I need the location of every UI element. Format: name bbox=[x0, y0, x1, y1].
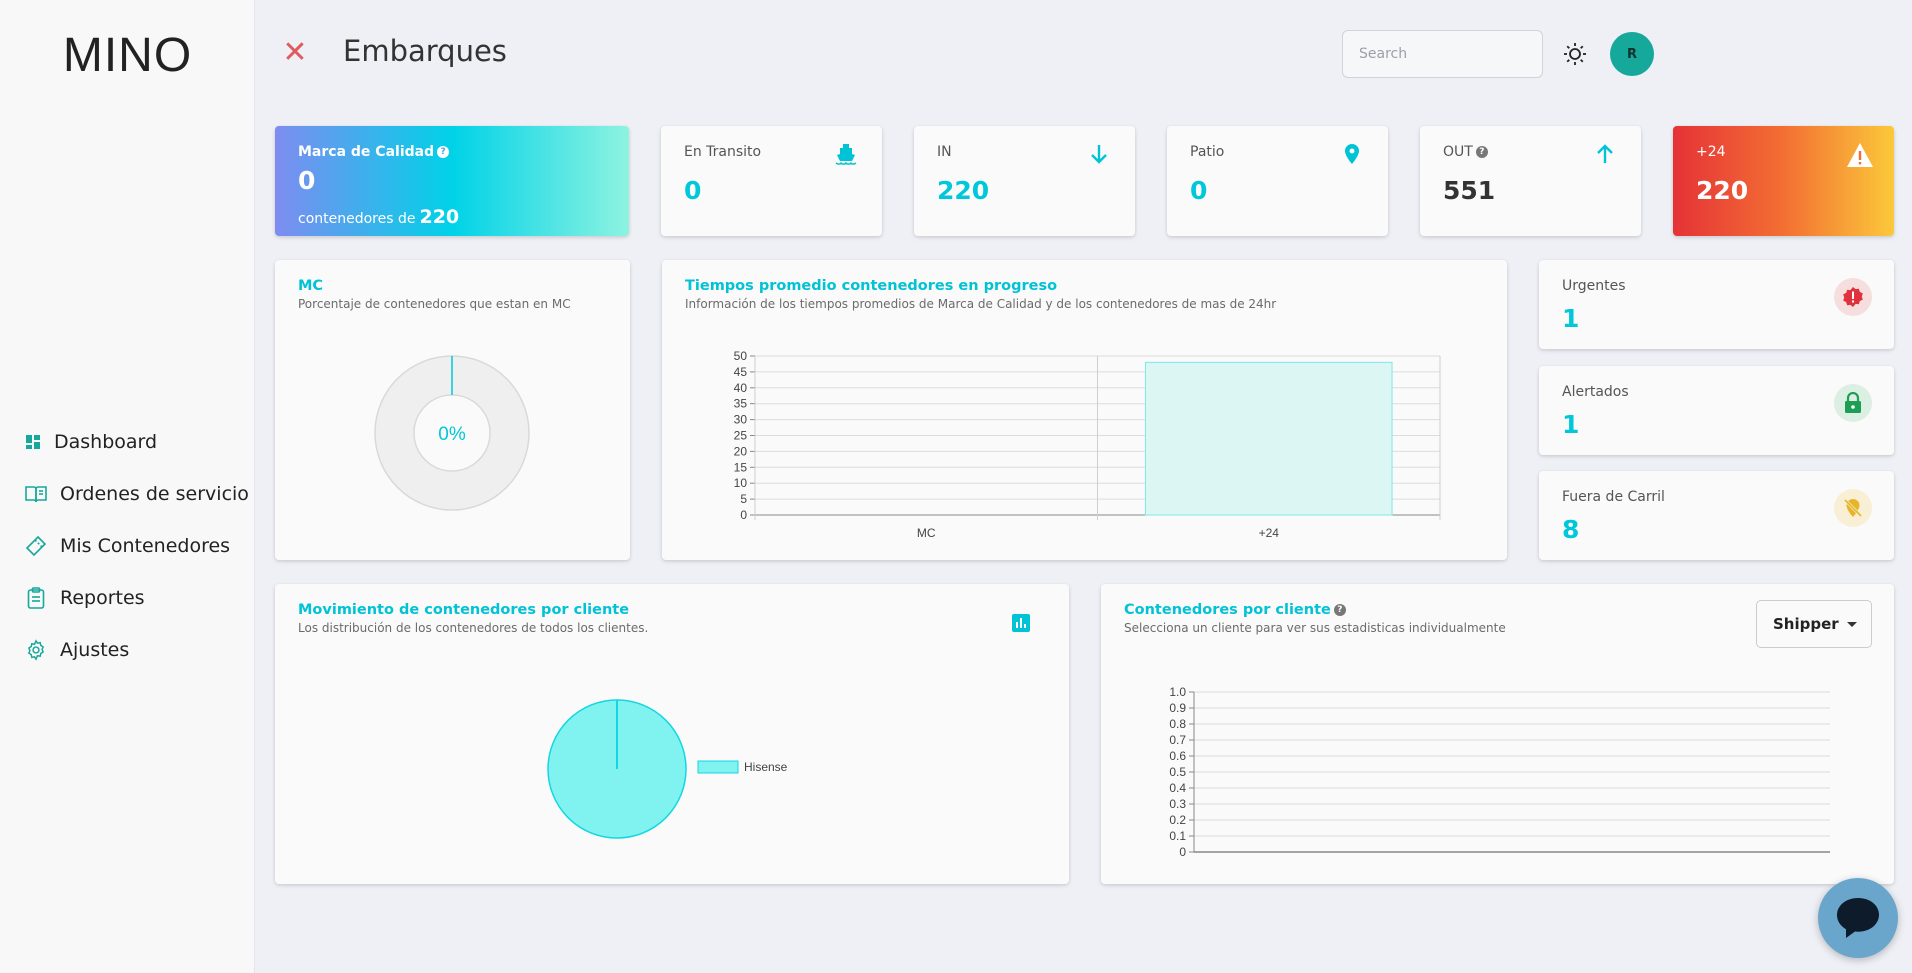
sidebar-item-ordenes[interactable]: Ordenes de servicio bbox=[24, 468, 249, 520]
stat-value: 551 bbox=[1443, 176, 1496, 205]
chat-icon bbox=[1837, 898, 1879, 938]
stat-label: Alertados bbox=[1562, 384, 1629, 400]
stat-value: 8 bbox=[1562, 515, 1580, 544]
movement-pie-chart: Hisense bbox=[547, 699, 788, 839]
y-tick-label: 35 bbox=[734, 397, 748, 411]
search-input[interactable] bbox=[1342, 30, 1543, 78]
app-logo: MINO bbox=[62, 29, 193, 82]
sidebar-item-ajustes[interactable]: Ajustes bbox=[24, 624, 249, 676]
ship-icon bbox=[834, 142, 860, 168]
sidebar-item-label: Reportes bbox=[60, 587, 145, 609]
y-tick-label: 5 bbox=[740, 492, 747, 506]
legend-label: Hisense bbox=[744, 760, 788, 774]
mc-panel: MC Porcentaje de contenedores que estan … bbox=[275, 260, 630, 560]
sidebar-item-label: Ordenes de servicio bbox=[60, 483, 249, 505]
book-icon bbox=[24, 482, 48, 506]
x-tick-label: +24 bbox=[1259, 526, 1280, 540]
stat-value: 1 bbox=[1562, 304, 1580, 333]
y-tick-label: 0 bbox=[740, 508, 747, 522]
y-tick-label: 30 bbox=[734, 413, 748, 427]
stat-label: Marca de Calidad? bbox=[298, 144, 450, 160]
stat-value: 1 bbox=[1562, 410, 1580, 439]
sidebar-item-label: Mis Contenedores bbox=[60, 535, 231, 557]
stat-card-transit[interactable]: En Transito 0 bbox=[661, 126, 882, 236]
y-tick-label: 0.9 bbox=[1169, 701, 1186, 715]
gear-icon bbox=[24, 638, 48, 662]
help-icon[interactable]: ? bbox=[437, 146, 450, 158]
y-tick-label: 10 bbox=[734, 476, 748, 490]
side-card-fuera-carril[interactable]: Fuera de Carril 8 bbox=[1539, 471, 1894, 560]
stat-value: 0 bbox=[684, 176, 702, 205]
close-icon[interactable]: ✕ bbox=[280, 36, 310, 70]
side-card-alertados[interactable]: Alertados 1 bbox=[1539, 366, 1894, 455]
arrow-down-icon bbox=[1087, 142, 1113, 168]
stat-value: 0 bbox=[1190, 176, 1208, 205]
stat-label: En Transito bbox=[684, 144, 762, 160]
stat-label: IN bbox=[937, 144, 952, 160]
side-card-urgentes[interactable]: Urgentes 1 bbox=[1539, 260, 1894, 349]
y-tick-label: 50 bbox=[734, 349, 748, 363]
warning-icon bbox=[1846, 142, 1873, 168]
sidebar-item-contenedores[interactable]: Mis Contenedores bbox=[24, 520, 249, 572]
stat-value: 220 bbox=[1696, 176, 1749, 205]
sidebar-nav: Dashboard Ordenes de servicio Mis Conten… bbox=[24, 416, 249, 676]
legend-swatch bbox=[697, 760, 739, 774]
stat-label: +24 bbox=[1696, 144, 1726, 160]
y-tick-label: 0.5 bbox=[1169, 765, 1186, 779]
times-bar-chart: 0 5 10 15 2025 30 35 40 45 50 MC +24 bbox=[734, 349, 1441, 540]
y-tick-label: 45 bbox=[734, 365, 748, 379]
y-tick-label: 0 bbox=[1179, 845, 1186, 859]
avatar[interactable]: R bbox=[1610, 32, 1654, 76]
movement-panel: Movimiento de contenedores por cliente L… bbox=[275, 584, 1069, 884]
arrow-up-icon bbox=[1593, 142, 1619, 168]
sidebar-item-reportes[interactable]: Reportes bbox=[24, 572, 249, 624]
client-panel: Contenedores por cliente? Selecciona un … bbox=[1101, 584, 1894, 884]
y-tick-label: 40 bbox=[734, 381, 748, 395]
y-tick-label: 1.0 bbox=[1169, 685, 1186, 699]
sidebar: MINO Dashboard Ordenes de servicio Mis C… bbox=[0, 0, 255, 973]
y-tick-label: 0.1 bbox=[1169, 829, 1186, 843]
y-tick-label: 0.6 bbox=[1169, 749, 1186, 763]
page-title: Embarques bbox=[343, 34, 507, 68]
location-pin-icon bbox=[1340, 142, 1366, 168]
y-tick-label: 20 bbox=[734, 444, 748, 458]
y-tick-label: 0.7 bbox=[1169, 733, 1186, 747]
stat-card-mc[interactable]: Marca de Calidad? 0 contenedores de 220 bbox=[275, 126, 629, 236]
stat-card-plus24[interactable]: +24 220 bbox=[1673, 126, 1894, 236]
stat-card-out[interactable]: OUT? 551 bbox=[1420, 126, 1641, 236]
donut-percent-label: 0% bbox=[438, 424, 466, 445]
stat-value: 220 bbox=[937, 176, 990, 205]
y-tick-label: 0.8 bbox=[1169, 717, 1186, 731]
stat-value: 0 bbox=[298, 166, 316, 195]
client-line-chart: 0 0.1 0.2 0.3 0.4 0.5 0.6 0.7 0.8 0.9 1.0 bbox=[1169, 685, 1830, 859]
y-tick-label: 0.4 bbox=[1169, 781, 1186, 795]
stat-sub: contenedores de 220 bbox=[298, 206, 460, 228]
stat-label: OUT? bbox=[1443, 144, 1488, 160]
stat-label: Fuera de Carril bbox=[1562, 489, 1665, 505]
mc-donut-chart: 0% bbox=[374, 355, 530, 511]
y-tick-label: 0.3 bbox=[1169, 797, 1186, 811]
sun-icon[interactable] bbox=[1562, 41, 1588, 67]
y-tick-label: 15 bbox=[734, 460, 748, 474]
stat-card-patio[interactable]: Patio 0 bbox=[1167, 126, 1388, 236]
alert-badge-icon bbox=[1834, 278, 1872, 316]
sidebar-item-label: Dashboard bbox=[54, 431, 158, 453]
sidebar-item-dashboard[interactable]: Dashboard bbox=[24, 416, 249, 468]
y-tick-label: 25 bbox=[734, 429, 748, 443]
y-tick-label: 0.2 bbox=[1169, 813, 1186, 827]
stat-label: Patio bbox=[1190, 144, 1225, 160]
clipboard-icon bbox=[24, 586, 48, 610]
x-tick-label: MC bbox=[917, 526, 936, 540]
dashboard-icon bbox=[24, 430, 42, 454]
times-panel: Tiempos promedio contenedores en progres… bbox=[662, 260, 1507, 560]
lock-icon bbox=[1834, 384, 1872, 422]
location-off-icon bbox=[1834, 489, 1872, 527]
chat-button[interactable] bbox=[1818, 878, 1898, 958]
stat-card-in[interactable]: IN 220 bbox=[914, 126, 1135, 236]
bar bbox=[1144, 361, 1393, 516]
ticket-icon bbox=[24, 534, 48, 558]
help-icon[interactable]: ? bbox=[1475, 146, 1488, 158]
sidebar-item-label: Ajustes bbox=[60, 639, 130, 661]
stat-label: Urgentes bbox=[1562, 278, 1626, 294]
